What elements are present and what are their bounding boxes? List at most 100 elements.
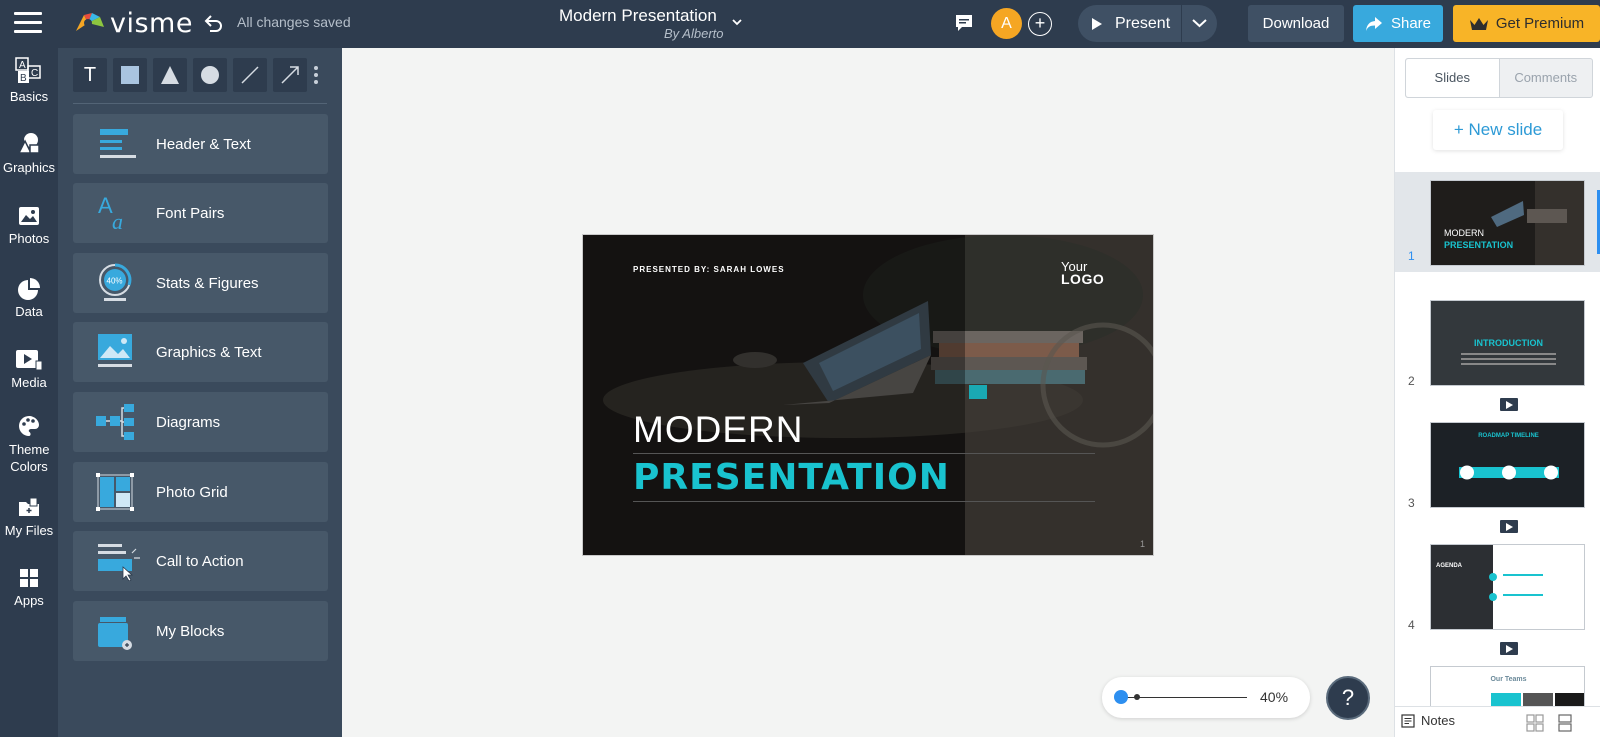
slide-number: 1 (1408, 249, 1415, 263)
rail-item-photos[interactable]: Photos (0, 204, 58, 246)
image-icon (19, 207, 39, 225)
folder-plus-icon (19, 497, 39, 516)
slide-thumb-row[interactable]: Our Teams (1395, 660, 1600, 706)
arrow-tool[interactable] (273, 58, 307, 92)
rail-label: Graphics (2, 160, 56, 175)
block-label: Photo Grid (156, 483, 228, 501)
triangle-tool[interactable] (153, 58, 187, 92)
pie-chart-icon (18, 278, 40, 300)
rail-item-apps[interactable]: Apps (0, 566, 58, 608)
block-photo-grid[interactable]: Photo Grid (73, 462, 328, 522)
slide-thumbnail[interactable]: Our Teams (1430, 666, 1585, 706)
thumb-title: INTRODUCTION (1474, 338, 1543, 348)
thumb-title: Our Teams (1490, 676, 1526, 683)
slide-thumbnail[interactable]: MODERN PRESENTATION (1430, 180, 1585, 266)
avatar[interactable]: A (991, 8, 1022, 39)
get-premium-button[interactable]: Get Premium (1453, 5, 1600, 42)
transition-icon[interactable] (1500, 398, 1518, 411)
block-label: Stats & Figures (156, 274, 259, 292)
rail-item-basics[interactable]: A C B Basics (0, 56, 58, 104)
zoom-slider-track[interactable] (1122, 697, 1247, 698)
more-tools-icon[interactable] (313, 58, 319, 92)
present-options-button[interactable] (1182, 5, 1217, 42)
slide-number: 2 (1408, 374, 1415, 388)
slide-thumbnail-image: INTRODUCTION (1431, 301, 1584, 385)
slide-thumb-row[interactable]: 1 MODERN PRESENTATION (1395, 172, 1600, 272)
block-diagrams[interactable]: Diagrams (73, 392, 328, 452)
slide-thumbnail[interactable]: ROADMAP TIMELINE (1430, 422, 1585, 508)
document-title[interactable]: Modern Presentation (559, 6, 717, 26)
slide-title-line2[interactable]: PRESENTATION (633, 457, 950, 498)
block-header-text[interactable]: Header & Text (73, 114, 328, 174)
undo-icon[interactable] (202, 12, 224, 34)
add-collaborator-button[interactable]: + (1028, 12, 1052, 36)
tab-comments[interactable]: Comments (1500, 59, 1593, 97)
block-graphics-text[interactable]: Graphics & Text (73, 322, 328, 382)
menu-icon[interactable] (14, 12, 42, 34)
block-my-blocks[interactable]: My Blocks (73, 601, 328, 661)
text-tool[interactable]: T (73, 58, 107, 92)
zoom-control: 40% (1102, 677, 1310, 718)
rail-label: Data (15, 304, 43, 319)
slides-panel: Slides Comments + New slide 1 MODERN PRE… (1394, 48, 1600, 737)
slide-thumbnail[interactable]: AGENDA (1430, 544, 1585, 630)
premium-label: Get Premium (1495, 15, 1585, 32)
rail-item-my-files[interactable]: My Files (0, 496, 58, 538)
share-label: Share (1390, 15, 1432, 32)
slide-thumb-row[interactable]: 2 INTRODUCTION (1395, 294, 1600, 414)
slide-thumbnail[interactable]: INTRODUCTION (1430, 300, 1585, 386)
line-icon (241, 66, 259, 84)
slide-title-line1[interactable]: MODERN (633, 409, 803, 451)
notes-button[interactable]: Notes (1401, 713, 1455, 728)
chevron-down-icon[interactable] (731, 16, 743, 28)
slide-preview[interactable]: PRESENTED BY: SARAH LOWES Your LOGO MODE… (582, 234, 1154, 556)
rail-item-theme-colors[interactable]: Theme Colors (0, 414, 58, 475)
triangle-icon (161, 66, 179, 84)
block-label: Diagrams (156, 413, 221, 431)
thumb-title-top: MODERN (1444, 228, 1484, 238)
rail-label: Media (11, 375, 47, 390)
my-blocks-icon (98, 617, 132, 650)
rail-label: Photos (8, 231, 50, 246)
list-view-icon[interactable] (1555, 713, 1575, 733)
rail-item-media[interactable]: Media (0, 348, 58, 390)
rail-item-graphics[interactable]: Graphics (0, 131, 58, 175)
transition-icon[interactable] (1500, 520, 1518, 533)
svg-text:C: C (31, 68, 38, 79)
zoom-slider-handle[interactable] (1114, 690, 1128, 704)
rectangle-tool[interactable] (113, 58, 147, 92)
slide-divider (633, 501, 1095, 502)
brand-name: visme (110, 7, 193, 39)
zoom-value: 40% (1260, 689, 1289, 705)
slide-thumbnail-image: Our Teams (1431, 667, 1584, 706)
slide-number: 3 (1408, 496, 1415, 510)
download-button[interactable]: Download (1248, 5, 1344, 42)
slide-thumbnail-image: AGENDA (1431, 545, 1584, 629)
new-slide-button[interactable]: + New slide (1433, 110, 1563, 150)
svg-text:B: B (20, 73, 27, 84)
slide-thumb-row[interactable]: 4 AGENDA (1395, 538, 1600, 658)
rail-item-data[interactable]: Data (0, 277, 58, 319)
block-call-to-action[interactable]: Call to Action (73, 531, 328, 591)
stats-badge: 40% (107, 277, 123, 286)
transition-icon[interactable] (1500, 642, 1518, 655)
grid-view-icon[interactable] (1525, 713, 1545, 733)
share-button[interactable]: Share (1353, 5, 1443, 42)
block-stats-figures[interactable]: 40% Stats & Figures (73, 253, 328, 313)
line-tool[interactable] (233, 58, 267, 92)
graphics-text-icon (98, 334, 132, 367)
help-button[interactable]: ? (1326, 676, 1370, 720)
rail-label: My Files (4, 523, 54, 538)
circle-tool[interactable] (193, 58, 227, 92)
tab-slides[interactable]: Slides (1406, 59, 1500, 97)
canvas-area[interactable]: PRESENTED BY: SARAH LOWES Your LOGO MODE… (342, 48, 1394, 737)
stats-icon: 40% (99, 263, 132, 301)
present-button[interactable]: Present (1078, 5, 1181, 42)
brand-logo[interactable]: visme (74, 7, 193, 39)
comment-icon[interactable] (954, 13, 974, 33)
slide-thumb-row[interactable]: 3 ROADMAP TIMELINE (1395, 416, 1600, 536)
block-font-pairs[interactable]: A a Font Pairs (73, 183, 328, 243)
rectangle-icon (121, 66, 139, 84)
crown-icon (1469, 17, 1488, 30)
divider (73, 103, 327, 104)
